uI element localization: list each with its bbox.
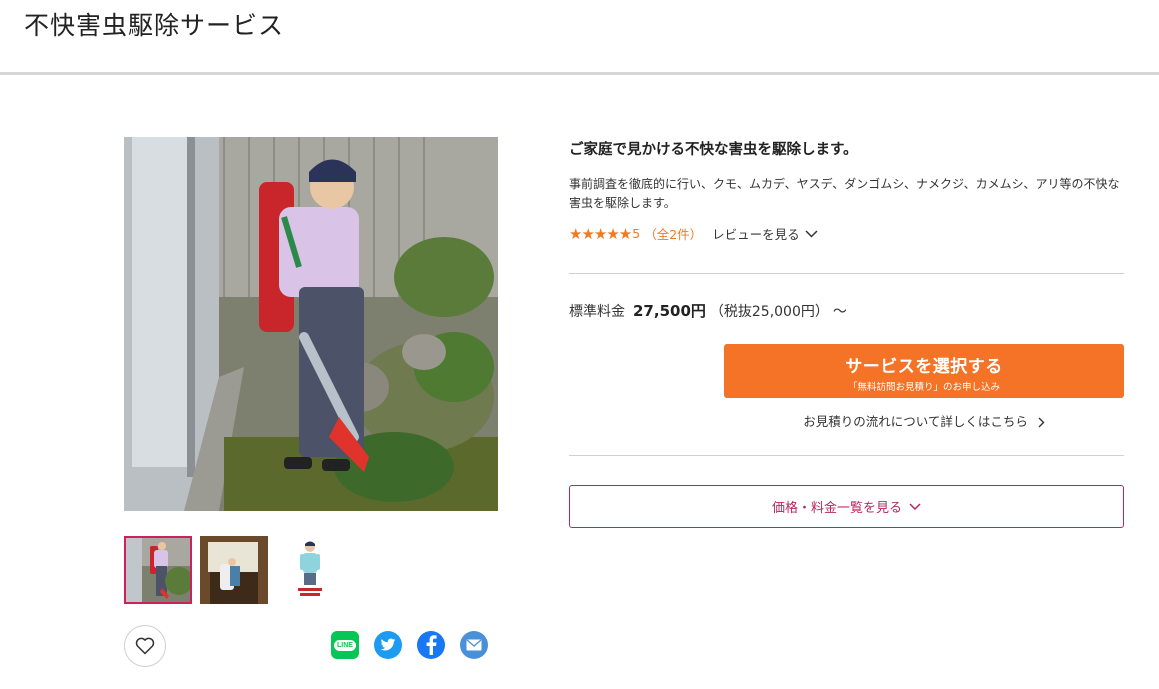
- cta-main-label: サービスを選択する: [845, 357, 1003, 377]
- mail-icon: [466, 639, 482, 651]
- rating-count: （全2件）: [644, 227, 703, 242]
- rating-stars: ★★★★★: [569, 224, 632, 243]
- rating-value: 5: [632, 226, 641, 241]
- price-list-label: 価格・料金一覧を見る: [771, 501, 902, 516]
- review-link[interactable]: レビューを見る: [712, 224, 818, 243]
- line-icon: LINE: [334, 639, 356, 651]
- price-label: 標準料金: [569, 304, 625, 320]
- divider: [569, 273, 1124, 274]
- heart-icon: [135, 637, 155, 655]
- rating-summary: ★★★★★ 5 （全2件） レビューを見る: [569, 224, 818, 243]
- cta-sub-label: 「無料訪問お見積り」のお申し込み: [847, 382, 1000, 393]
- mail-share-button[interactable]: [460, 631, 488, 659]
- estimate-flow-link[interactable]: お見積りの流れについて詳しくはこちら: [724, 411, 1124, 430]
- flow-link-label: お見積りの流れについて詳しくはこちら: [803, 414, 1028, 429]
- page-title: 不快害虫駆除サービス: [24, 11, 285, 40]
- service-description: 事前調査を徹底的に行い、クモ、ムカデ、ヤスデ、ダンゴムシ、ナメクジ、カメムシ、ア…: [569, 177, 1120, 210]
- standard-price: 標準料金 27,500円 （税抜25,000円） ～: [569, 300, 847, 321]
- chevron-down-icon: [805, 229, 818, 238]
- facebook-share-button[interactable]: [417, 631, 445, 659]
- facebook-icon: [426, 635, 437, 655]
- price-value: 27,500円: [633, 302, 706, 320]
- main-product-image: [124, 137, 498, 511]
- divider: [569, 455, 1124, 456]
- line-share-button[interactable]: LINE: [331, 631, 359, 659]
- twitter-icon: [380, 638, 396, 651]
- thumbnail-2[interactable]: [200, 536, 268, 604]
- favorite-button[interactable]: [124, 625, 166, 667]
- service-headline: ご家庭で見かける不快な害虫を駆除します。: [569, 142, 858, 158]
- price-suffix: ～: [832, 304, 847, 320]
- price-list-button[interactable]: 価格・料金一覧を見る: [569, 485, 1124, 528]
- chevron-right-icon: [1038, 417, 1045, 428]
- review-link-label: レビューを見る: [712, 227, 800, 242]
- thumbnail-3[interactable]: [276, 536, 344, 604]
- twitter-share-button[interactable]: [374, 631, 402, 659]
- chevron-down-icon: [909, 502, 921, 510]
- thumbnail-1[interactable]: [124, 536, 192, 604]
- price-tax-note: （税抜25,000円）: [709, 304, 829, 320]
- header-divider: [0, 72, 1159, 75]
- select-service-button[interactable]: サービスを選択する 「無料訪問お見積り」のお申し込み: [724, 344, 1124, 398]
